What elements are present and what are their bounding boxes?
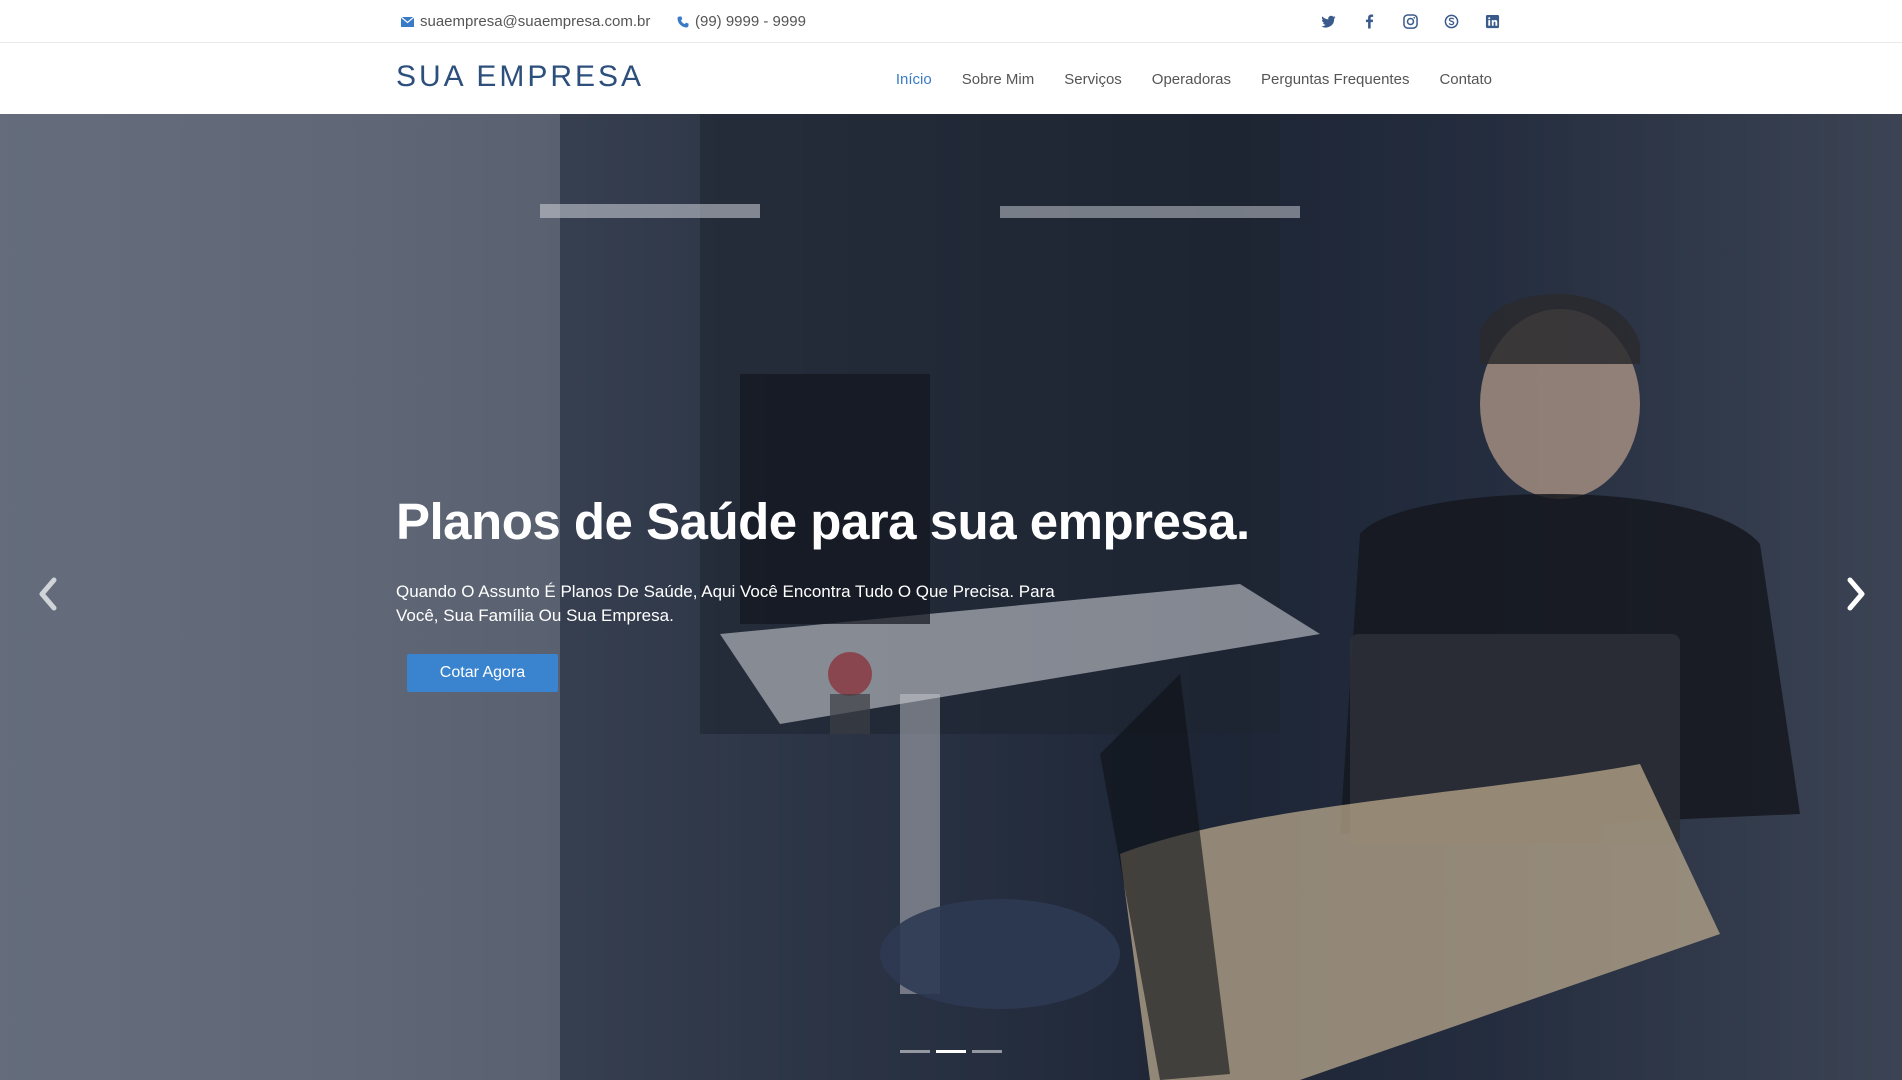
nav-item-servicos[interactable]: Serviços <box>1064 71 1122 88</box>
top-bar: suaempresa@suaempresa.com.br (99) 9999 -… <box>0 0 1902 43</box>
nav-item-perguntas-frequentes[interactable]: Perguntas Frequentes <box>1261 71 1409 88</box>
instagram-icon[interactable] <box>1390 0 1431 43</box>
hero-title: Planos de Saúde para sua empresa. <box>396 493 1250 550</box>
social-links <box>1308 0 1513 43</box>
carousel-indicator-1[interactable] <box>900 1050 930 1053</box>
carousel-indicator-2[interactable] <box>936 1050 966 1053</box>
phone-text: (99) 9999 - 9999 <box>695 13 806 30</box>
nav-item-sobre-mim[interactable]: Sobre Mim <box>962 71 1035 88</box>
envelope-icon <box>401 16 414 27</box>
nav-item-operadoras[interactable]: Operadoras <box>1152 71 1231 88</box>
facebook-icon[interactable] <box>1349 0 1390 43</box>
site-logo[interactable]: SUA EMPRESA <box>396 60 644 94</box>
carousel-next-button[interactable] <box>1836 574 1876 614</box>
phone-icon <box>677 16 689 28</box>
cotar-agora-button[interactable]: Cotar Agora <box>407 654 558 692</box>
hero-subtitle: Quando O Assunto É Planos De Saúde, Aqui… <box>396 582 1055 625</box>
chevron-left-icon <box>39 577 57 611</box>
phone-contact[interactable]: (99) 9999 - 9999 <box>677 0 806 43</box>
chevron-right-icon <box>1847 577 1865 611</box>
nav-item-inicio[interactable]: Início <box>896 71 932 88</box>
main-nav: Início Sobre Mim Serviços Operadoras Per… <box>866 44 1492 114</box>
carousel-indicator-3[interactable] <box>972 1050 1002 1053</box>
linkedin-icon[interactable] <box>1472 0 1513 43</box>
skype-icon[interactable] <box>1431 0 1472 43</box>
email-text: suaempresa@suaempresa.com.br <box>420 13 651 30</box>
email-contact[interactable]: suaempresa@suaempresa.com.br <box>401 0 650 43</box>
nav-item-contato[interactable]: Contato <box>1439 71 1492 88</box>
hero-carousel: Planos de Saúde para sua empresa. Quando… <box>0 114 1902 1080</box>
twitter-icon[interactable] <box>1308 0 1349 43</box>
carousel-prev-button[interactable] <box>28 574 68 614</box>
carousel-indicators <box>900 1050 1002 1053</box>
site-header: SUA EMPRESA Início Sobre Mim Serviços Op… <box>0 44 1902 114</box>
